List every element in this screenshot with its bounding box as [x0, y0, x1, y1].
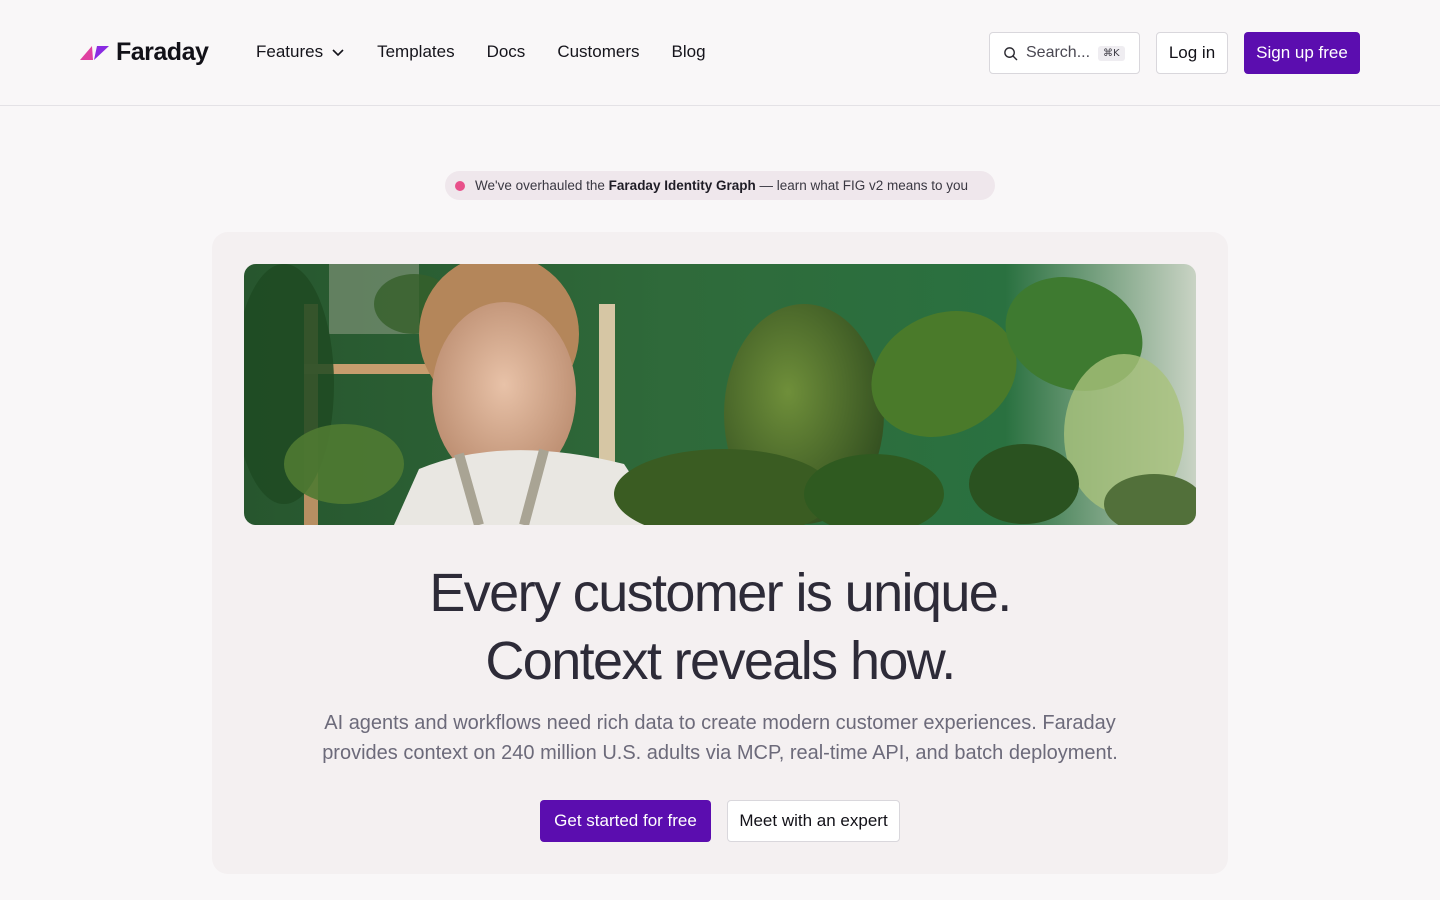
faraday-logo-icon	[80, 46, 109, 60]
announcement-prefix: We've overhauled the	[475, 178, 609, 193]
announcement-highlight: Faraday Identity Graph	[608, 178, 756, 193]
hero-photo-illustration	[244, 264, 1196, 525]
brand-name: Faraday	[116, 37, 209, 66]
signup-button[interactable]: Sign up free	[1244, 32, 1360, 74]
announcement-banner[interactable]: We've overhauled the Faraday Identity Gr…	[445, 171, 995, 200]
announcement-dot-icon	[455, 180, 465, 191]
hero-subhead: AI agents and workflows need rich data t…	[312, 708, 1128, 768]
nav-item-blog[interactable]: Blog	[672, 42, 706, 62]
subhead-line-1: AI agents and workflows need rich data t…	[324, 712, 1116, 734]
nav-item-label: Features	[256, 42, 324, 61]
chevron-down-icon	[332, 49, 344, 57]
hero-image	[244, 264, 1196, 525]
get-started-button[interactable]: Get started for free	[540, 800, 711, 842]
hero-card: Every customer is unique. Context reveal…	[212, 232, 1228, 874]
main-nav: Features Templates Docs Customers Blog	[256, 36, 738, 68]
subhead-line-2: provides context on 240 million U.S. adu…	[322, 742, 1118, 764]
headline-line-2: Context reveals how.	[485, 631, 956, 691]
site-header: Faraday Features Templates Docs Customer…	[0, 0, 1440, 106]
search-shortcut-badge: ⌘K	[1098, 45, 1125, 61]
login-button[interactable]: Log in	[1156, 32, 1228, 74]
headline-line-1: Every customer is unique.	[429, 563, 1012, 623]
announcement-text: We've overhauled the Faraday Identity Gr…	[475, 178, 968, 193]
announcement-suffix: — learn what FIG v2 means to you	[755, 178, 969, 193]
search-placeholder: Search...	[1026, 44, 1091, 61]
search-button[interactable]: Search... ⌘K	[989, 32, 1140, 74]
nav-item-docs[interactable]: Docs	[487, 42, 526, 62]
nav-item-customers[interactable]: Customers	[557, 42, 639, 62]
nav-item-features[interactable]: Features	[256, 42, 345, 62]
nav-item-templates[interactable]: Templates	[377, 42, 454, 62]
brand-logo[interactable]: Faraday	[80, 36, 209, 68]
search-icon	[1004, 46, 1018, 60]
hero-headline: Every customer is unique. Context reveal…	[212, 559, 1228, 695]
meet-expert-button[interactable]: Meet with an expert	[727, 800, 900, 842]
